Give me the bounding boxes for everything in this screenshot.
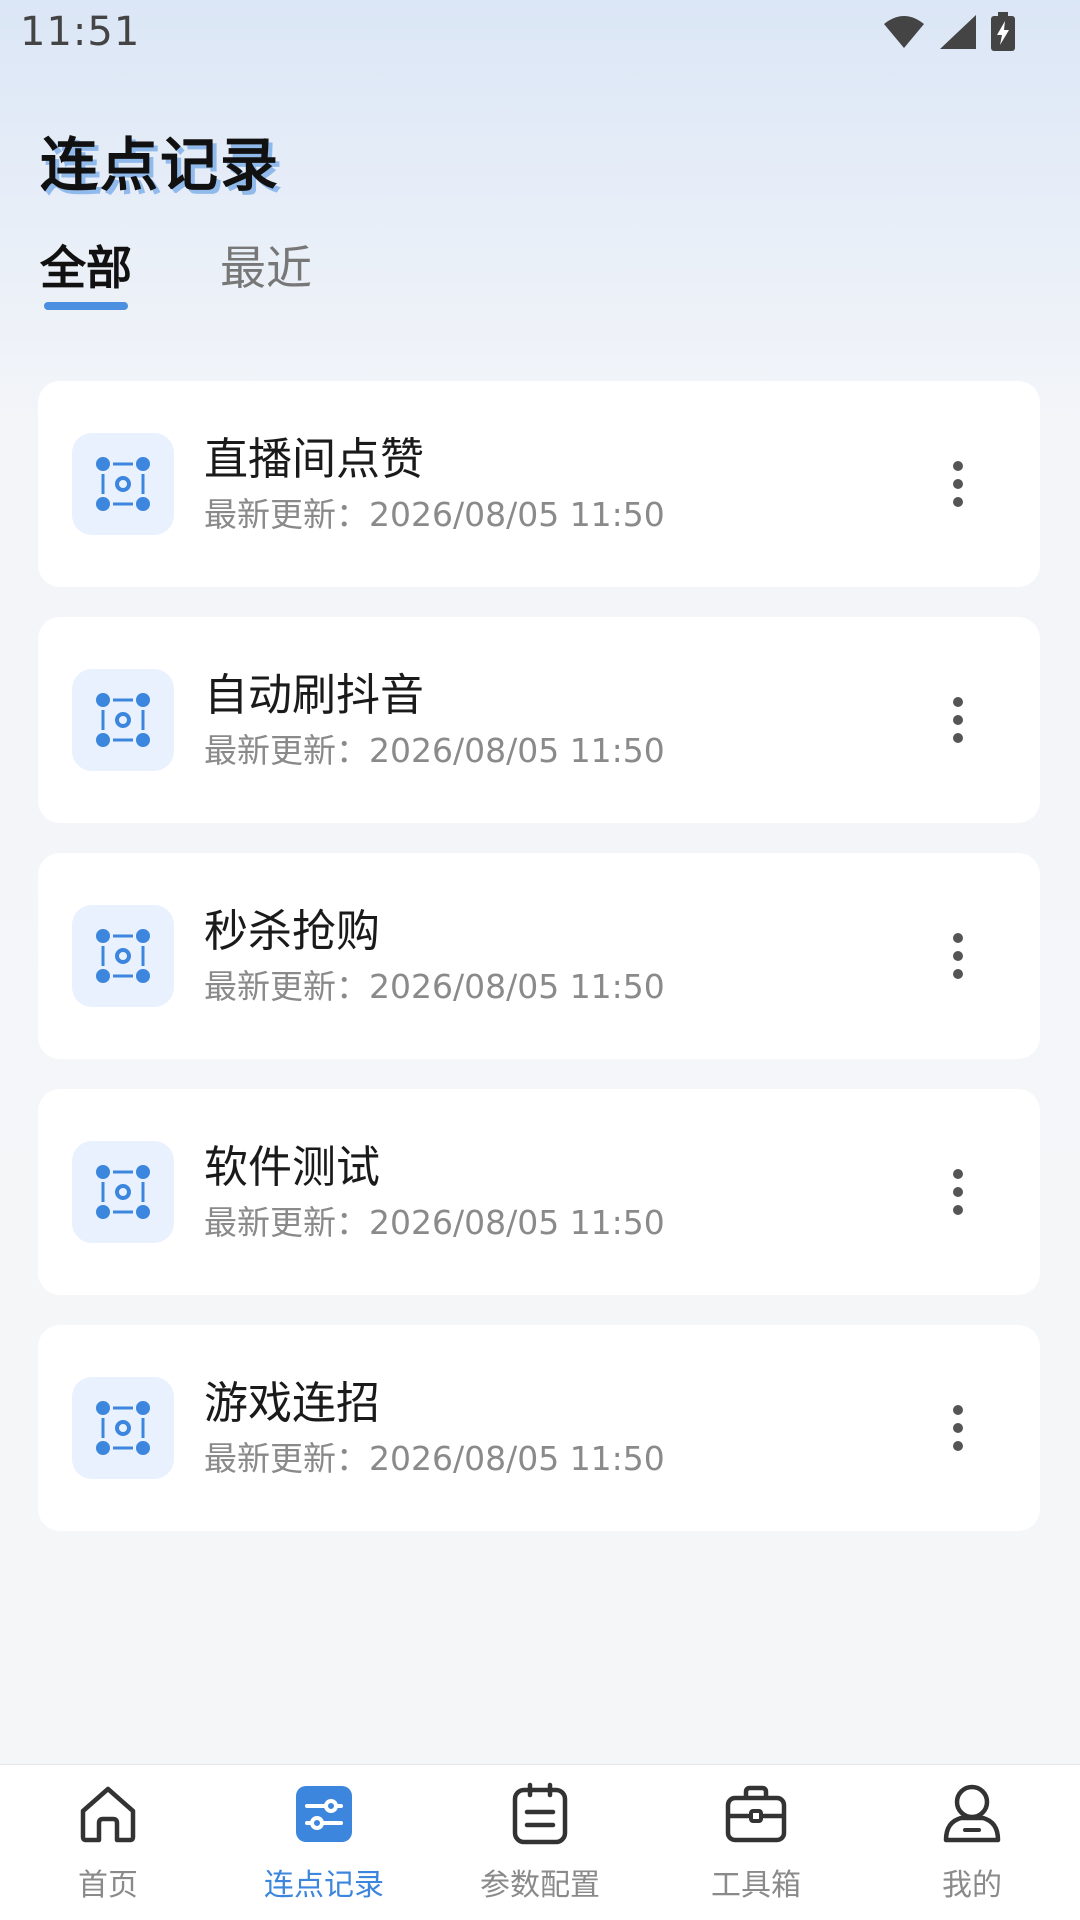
nav-toolbox[interactable]: 工具箱 [666,1782,846,1904]
click-points-icon [72,669,174,771]
more-icon [953,1169,963,1179]
record-card[interactable]: 秒杀抢购 最新更新：2026/08/05 11:50 [38,853,1040,1059]
nav-home[interactable]: 首页 [18,1782,198,1904]
more-icon-dot [953,715,963,725]
more-icon [953,461,963,471]
record-text: 秒杀抢购 最新更新：2026/08/05 11:50 [204,904,928,1008]
record-title: 秒杀抢购 [204,906,380,957]
more-icon [953,1405,963,1415]
click-points-icon [72,1377,174,1479]
record-updated: 最新更新：2026/08/05 11:50 [204,495,665,534]
user-icon [940,1782,1004,1846]
click-points-icon [72,433,174,535]
record-title: 软件测试 [204,1142,380,1193]
tab-recent[interactable]: 最近 [220,232,312,308]
nav-settings[interactable]: 参数配置 [450,1782,630,1904]
tab-all[interactable]: 全部 [40,232,132,310]
more-options-button[interactable] [928,1152,988,1232]
record-text: 直播间点赞 最新更新：2026/08/05 11:50 [204,432,928,536]
nav-label: 工具箱 [711,1867,801,1903]
more-icon [953,697,963,707]
more-icon-dot [953,1187,963,1197]
more-icon-dot [953,733,963,743]
nav-profile[interactable]: 我的 [882,1782,1062,1904]
record-card[interactable]: 直播间点赞 最新更新：2026/08/05 11:50 [38,381,1040,587]
sliders-icon [292,1782,356,1846]
nav-label: 我的 [942,1867,1002,1903]
battery-charging-icon [991,12,1015,51]
more-icon-dot [953,1205,963,1215]
more-icon-dot [953,479,963,489]
record-list: 直播间点赞 最新更新：2026/08/05 11:50 自动刷抖音 最新更新：2… [38,381,1040,1561]
more-icon [953,933,963,943]
record-updated: 最新更新：2026/08/05 11:50 [204,1439,665,1478]
record-text: 软件测试 最新更新：2026/08/05 11:50 [204,1140,928,1244]
more-icon-dot [953,1441,963,1451]
nav-label: 连点记录 [264,1867,384,1903]
page-title: 连点记录 [40,131,281,199]
nav-label: 参数配置 [480,1867,600,1903]
more-icon-dot [953,497,963,507]
more-icon-dot [953,1423,963,1433]
status-bar: 11:51 [0,0,1080,64]
click-points-icon [72,905,174,1007]
more-icon-dot [953,951,963,961]
home-icon [76,1782,140,1846]
signal-icon [940,15,976,49]
more-options-button[interactable] [928,444,988,524]
status-time: 11:51 [20,9,141,55]
more-options-button[interactable] [928,680,988,760]
more-options-button[interactable] [928,916,988,996]
more-options-button[interactable] [928,1388,988,1468]
record-card[interactable]: 游戏连招 最新更新：2026/08/05 11:50 [38,1325,1040,1531]
record-title: 自动刷抖音 [204,670,424,721]
record-title: 直播间点赞 [204,434,424,485]
click-points-icon [72,1141,174,1243]
notepad-icon [508,1782,572,1846]
record-text: 游戏连招 最新更新：2026/08/05 11:50 [204,1376,928,1480]
tab-bar: 全部 最近 [40,232,312,310]
record-updated: 最新更新：2026/08/05 11:50 [204,1203,665,1242]
bottom-nav: 首页 连点记录 参数配置 工具箱 我的 [0,1764,1080,1920]
nav-label: 首页 [78,1867,138,1903]
status-icons [882,12,1016,52]
record-updated: 最新更新：2026/08/05 11:50 [204,731,665,770]
record-text: 自动刷抖音 最新更新：2026/08/05 11:50 [204,668,928,772]
record-card[interactable]: 自动刷抖音 最新更新：2026/08/05 11:50 [38,617,1040,823]
wifi-icon [884,16,924,48]
nav-click-records[interactable]: 连点记录 [234,1782,414,1904]
toolbox-icon [724,1782,788,1846]
record-updated: 最新更新：2026/08/05 11:50 [204,967,665,1006]
record-card[interactable]: 软件测试 最新更新：2026/08/05 11:50 [38,1089,1040,1295]
more-icon-dot [953,969,963,979]
record-title: 游戏连招 [204,1378,380,1429]
